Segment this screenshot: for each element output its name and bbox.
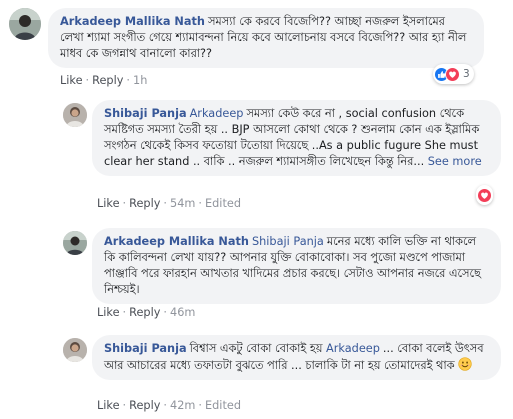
avatar[interactable] [63,103,87,127]
reply-button[interactable]: Reply [92,74,123,87]
timestamp[interactable]: 46m [170,306,195,319]
reply-actions: Like · Reply · 54m · Edited [97,197,241,211]
reply-button[interactable]: Reply [129,197,160,210]
reply-actions: Like · Reply · 42m · Edited [97,399,241,413]
reply-author[interactable]: Shibaji Panja [104,342,187,355]
avatar-photo-icon [63,338,87,362]
comment-thread: Arkadeep Mallika Nath সমস্যা কে করবে বিজে… [0,0,513,419]
reply-button[interactable]: Reply [129,399,160,412]
avatar-photo-icon [9,8,41,40]
mention-tag[interactable]: Shibaji Panja [252,235,324,248]
separator: · [198,399,202,412]
timestamp[interactable]: 1h [133,74,147,87]
timestamp[interactable]: 42m [170,399,195,412]
comment-bubble: Arkadeep Mallika Nath সমস্যা কে করবে বিজে… [48,8,484,68]
mention-tag[interactable]: Arkadeep [190,107,244,120]
reaction-summary[interactable] [476,185,493,205]
separator: · [198,197,202,210]
reaction-summary[interactable]: 3 [433,64,474,84]
love-icon [477,187,492,203]
like-button[interactable]: Like [97,306,120,319]
comment-author[interactable]: Arkadeep Mallika Nath [60,15,205,28]
reply-button[interactable]: Reply [129,306,160,319]
smiling-face-emoji-icon [458,357,472,371]
reply-bubble: Arkadeep Mallika Nath Shibaji Panja মনের ম… [92,228,501,304]
separator: · [163,197,168,210]
like-button[interactable]: Like [60,74,83,87]
separator: · [163,399,168,412]
reaction-count: 3 [463,68,470,80]
separator: · [126,74,131,87]
separator: · [122,399,127,412]
timestamp[interactable]: 54m [170,197,195,210]
mention-tag[interactable]: Arkadeep [326,342,380,355]
like-button[interactable]: Like [97,197,120,210]
separator: · [122,197,127,210]
see-more-link[interactable]: See more [428,155,482,168]
comment-actions: Like · Reply · 1h [60,74,147,88]
avatar[interactable] [63,338,87,362]
love-icon [445,66,460,82]
separator: · [85,74,90,87]
reply-text: বিশ্বাস একটু বোকা বোকাই হয় [189,342,323,355]
reply-bubble: Shibaji Panja বিশ্বাস একটু বোকা বোকাই হয়… [92,335,501,380]
edited-label[interactable]: Edited [205,399,241,412]
edited-label[interactable]: Edited [205,197,241,210]
reply-author[interactable]: Shibaji Panja [104,107,187,120]
like-button[interactable]: Like [97,399,120,412]
reply-bubble: Shibaji Panja Arkadeep সমস্যা কেউ করে না ,… [92,100,501,176]
separator: · [122,306,127,319]
avatar-photo-icon [63,103,87,127]
reply-actions: Like · Reply · 46m [97,306,195,320]
avatar[interactable] [9,8,41,40]
avatar-photo-icon [63,231,87,255]
avatar[interactable] [63,231,87,255]
separator: · [163,306,168,319]
reply-author[interactable]: Arkadeep Mallika Nath [104,235,249,248]
